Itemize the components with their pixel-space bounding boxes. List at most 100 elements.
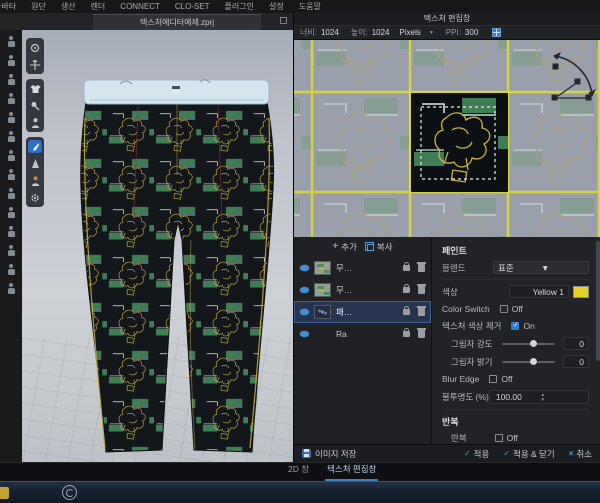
save-image-button[interactable]: 이미지 저장 xyxy=(302,448,356,460)
slider-handle[interactable] xyxy=(530,358,537,365)
menu-item-8[interactable]: 설정 xyxy=(269,1,284,12)
trim-tool-icon[interactable] xyxy=(6,264,17,275)
tab-texture-editor[interactable]: 텍스처 편집창 xyxy=(325,460,378,481)
remove-texture-color-checkbox[interactable] xyxy=(511,322,519,330)
shadow-intensity-slider[interactable] xyxy=(502,343,555,345)
shadow-brightness-field[interactable]: 0 xyxy=(563,355,589,368)
color-value-field[interactable]: Yellow 1 xyxy=(509,285,569,298)
copy-icon xyxy=(367,244,374,251)
avatar-edit-tool-icon[interactable] xyxy=(6,74,17,85)
pin-tool-icon[interactable] xyxy=(6,131,17,142)
menu-item-3[interactable]: 생산 xyxy=(61,1,76,12)
3d-viewport[interactable] xyxy=(22,30,293,468)
width-value[interactable]: 1024 xyxy=(321,28,339,37)
lock-icon[interactable] xyxy=(403,287,410,293)
buttonhole-tool-icon[interactable] xyxy=(6,283,17,294)
slider-handle[interactable] xyxy=(530,340,537,347)
menu-item-2[interactable]: 원단 xyxy=(31,1,46,12)
opacity-field[interactable]: 100.00 ▲ ▼ xyxy=(489,390,589,404)
avatar-show-icon[interactable] xyxy=(28,116,42,129)
spray-tool-icon[interactable] xyxy=(28,157,42,170)
apply-button[interactable]: ✓ 적용 xyxy=(464,448,489,460)
trash-icon[interactable] xyxy=(418,330,425,338)
add-layer-button[interactable]: + 추가 xyxy=(332,241,356,253)
lock-icon[interactable] xyxy=(403,309,410,315)
pattern-grid-icon[interactable] xyxy=(492,28,501,37)
avatar-move-tool-icon[interactable] xyxy=(6,55,17,66)
color-label: 색상 xyxy=(442,286,458,298)
color-swatch[interactable] xyxy=(573,286,589,298)
eye-icon[interactable] xyxy=(300,331,309,337)
settings-gear-icon[interactable] xyxy=(28,191,42,204)
tab-2d-window[interactable]: 2D 창 xyxy=(286,460,311,481)
cancel-button[interactable]: × 취소 xyxy=(569,448,592,460)
arrangement-tool-icon[interactable] xyxy=(6,112,17,123)
paint-section-title: 페인트 xyxy=(442,244,589,257)
ppi-value[interactable]: 300 xyxy=(465,28,478,37)
spinner-up-icon[interactable]: ▲ xyxy=(540,393,585,397)
paint-brush-icon[interactable] xyxy=(28,140,42,153)
layer-row[interactable]: Ra xyxy=(294,323,431,345)
repeat-checkbox[interactable] xyxy=(495,434,503,442)
taskbar-folder-icon[interactable] xyxy=(0,487,9,499)
trash-icon[interactable] xyxy=(418,286,425,294)
eye-icon[interactable] xyxy=(300,265,309,271)
width-label: 너비: xyxy=(300,27,317,38)
height-value[interactable]: 1024 xyxy=(372,28,390,37)
garment-pants[interactable] xyxy=(60,60,293,465)
menu-item-1[interactable]: 아바타 xyxy=(0,1,16,12)
remove-texture-color-row: 텍스처 색상 제거 On xyxy=(442,320,589,332)
avatar-pose-tool-icon[interactable] xyxy=(6,36,17,47)
layer-row[interactable]: 무… xyxy=(294,257,431,279)
layer-row-selected[interactable]: 패… xyxy=(294,301,431,323)
menu-item-4[interactable]: 렌더 xyxy=(91,1,106,12)
measure-tool-icon[interactable] xyxy=(6,169,17,180)
trash-icon[interactable] xyxy=(418,308,425,316)
menu-item-7[interactable]: 플러그인 xyxy=(225,1,254,12)
avatar-tape-icon[interactable] xyxy=(28,174,42,187)
lock-icon[interactable] xyxy=(403,265,410,271)
layer-name: 무… xyxy=(336,284,398,296)
menu-item-5[interactable]: CONNECT xyxy=(120,2,160,11)
garment-show-icon[interactable] xyxy=(28,82,42,95)
lock-icon[interactable] xyxy=(403,331,410,337)
bottom-tab-bar: 2D 창 텍스처 편집창 xyxy=(0,462,600,481)
texture-editor-title: 텍스처 편집창 xyxy=(424,13,470,24)
texture-canvas[interactable] xyxy=(294,40,600,237)
clo-taskbar-icon[interactable] xyxy=(62,485,77,500)
apply-close-button[interactable]: ✓ 적용 & 닫기 xyxy=(503,448,554,460)
avatar-show-tool-icon[interactable] xyxy=(6,93,17,104)
sewing-tool-icon[interactable] xyxy=(6,150,17,161)
popout-icon[interactable] xyxy=(280,17,287,24)
texture-editor-titlebar[interactable]: 텍스처 편집창 xyxy=(294,12,600,25)
eye-icon[interactable] xyxy=(300,287,309,293)
shadow-brightness-slider[interactable] xyxy=(502,361,555,363)
trash-icon[interactable] xyxy=(418,264,425,272)
pin-box-icon[interactable] xyxy=(28,99,42,112)
unit-dropdown[interactable]: Pixels ▼ xyxy=(400,28,434,37)
layer-row[interactable]: 무… xyxy=(294,279,431,301)
spinner-down-icon[interactable]: ▼ xyxy=(540,398,585,402)
blend-dropdown[interactable]: 표준 ▼ xyxy=(493,261,589,274)
spinner[interactable]: ▲ ▼ xyxy=(540,393,585,402)
print-layout-tool-icon[interactable] xyxy=(6,226,17,237)
copy-layer-button[interactable]: 복사 xyxy=(367,241,393,253)
fur-tool-icon[interactable] xyxy=(6,207,17,218)
gizmo-tool-icon[interactable] xyxy=(28,58,42,71)
menu-item-9[interactable]: 도움말 xyxy=(299,1,321,12)
remove-texture-color-label: 텍스처 색상 제거 xyxy=(442,320,501,332)
uv-tool-icon[interactable] xyxy=(6,245,17,256)
menu-item-6[interactable]: CLO-SET xyxy=(175,2,210,11)
shadow-intensity-field[interactable]: 0 xyxy=(563,337,589,350)
apply-label: 적용 xyxy=(474,448,490,460)
copy-layer-label: 복사 xyxy=(377,241,393,253)
viewport-toolbar xyxy=(26,38,44,207)
project-tab[interactable]: 텍스처에디터예제.zprj xyxy=(93,14,261,30)
properties-scrollbar[interactable] xyxy=(596,241,600,361)
blur-edge-checkbox[interactable] xyxy=(489,375,497,383)
eye-icon[interactable] xyxy=(300,309,309,315)
simulate-tool-icon[interactable] xyxy=(28,41,42,54)
color-switch-checkbox[interactable] xyxy=(500,305,508,313)
opacity-label: 불투명도 (%) xyxy=(442,391,489,403)
texture-tool-icon[interactable] xyxy=(6,188,17,199)
